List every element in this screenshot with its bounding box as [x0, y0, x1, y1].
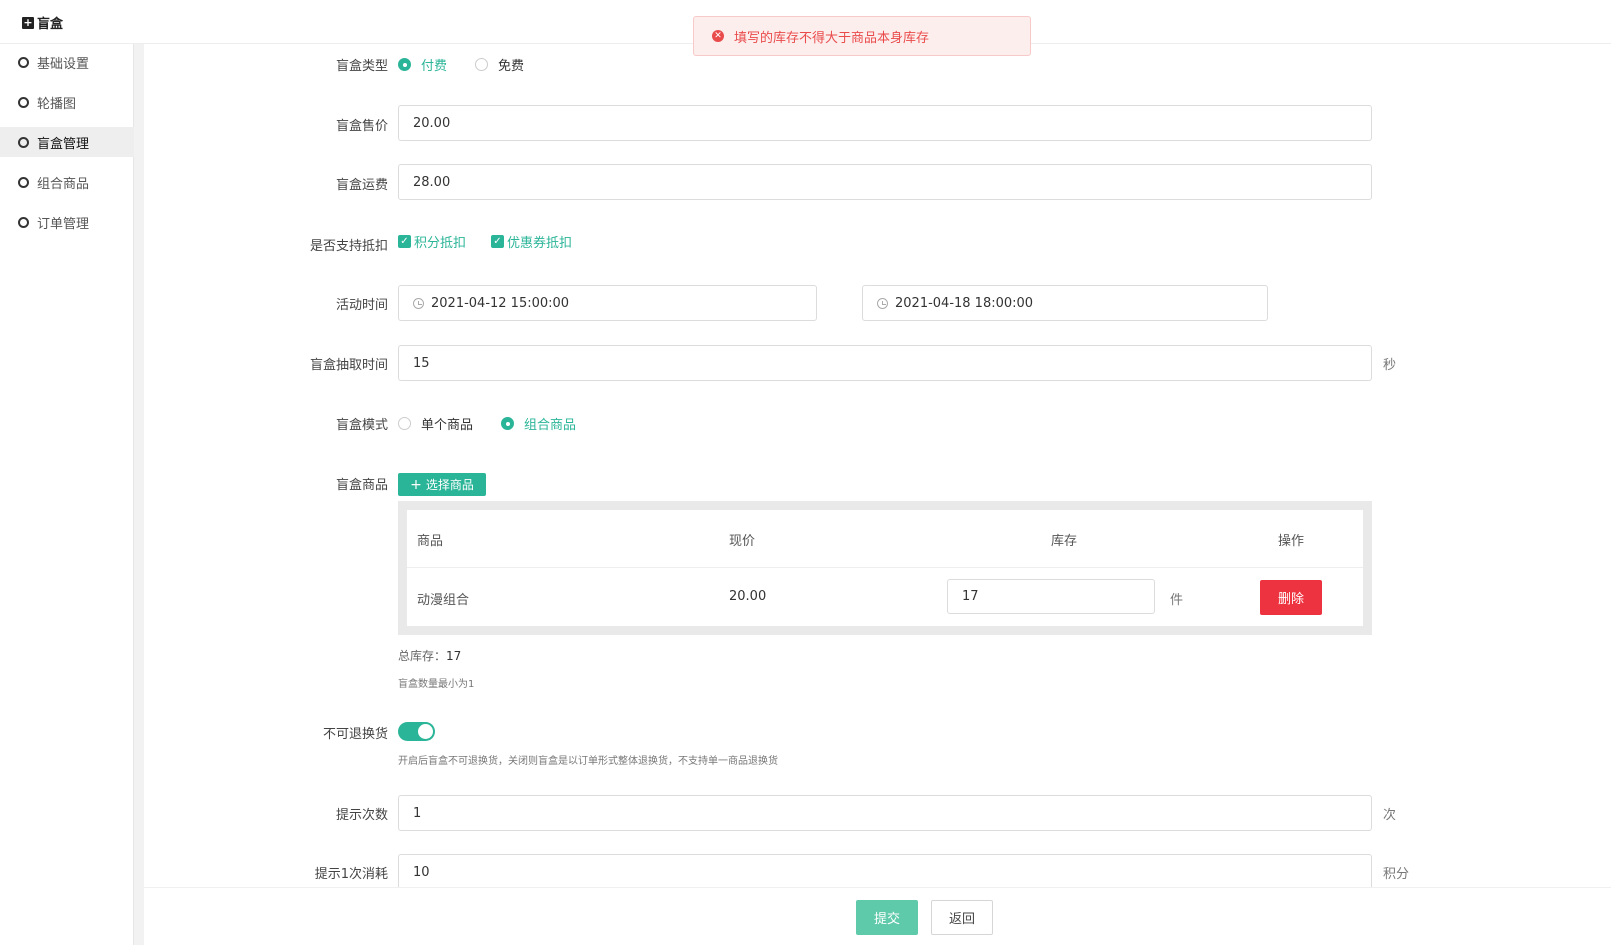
- circle-icon: [18, 136, 29, 148]
- circle-icon: [18, 96, 29, 108]
- select-goods-label: 选择商品: [425, 478, 474, 492]
- goods-label: 盲盒商品: [335, 478, 388, 493]
- column-header-goods: 商品: [417, 534, 444, 549]
- hint-count-label: 提示次数: [335, 808, 388, 823]
- price-input[interactable]: 20.00: [398, 105, 1372, 141]
- app-title[interactable]: + 盲盒: [22, 13, 63, 32]
- price-label: 盲盒售价: [335, 119, 388, 134]
- error-icon: ✕: [712, 30, 724, 42]
- stock-input[interactable]: 17: [947, 579, 1155, 614]
- radio-label: 免费: [498, 59, 525, 74]
- mode-radio-single[interactable]: 单个商品: [398, 414, 473, 433]
- hint-cost-label: 提示1次消耗: [314, 867, 388, 882]
- goods-table: 商品 现价 库存 操作 动漫组合 20.00 17 件 删除: [407, 510, 1363, 626]
- sidebar-item-carousel[interactable]: 轮播图: [0, 87, 134, 117]
- points-deduction-checkbox[interactable]: ✓ 积分抵扣: [398, 232, 466, 251]
- sidebar-item-label: 订单管理: [37, 216, 90, 232]
- hint-count-input[interactable]: 1: [398, 795, 1372, 831]
- type-label: 盲盒类型: [335, 59, 388, 74]
- no-return-label: 不可退换货: [322, 727, 388, 742]
- goods-price-cell: 20.00: [729, 589, 767, 604]
- sidebar-item-label: 盲盒管理: [37, 136, 90, 152]
- hint-count-unit: 次: [1383, 808, 1397, 823]
- coupon-deduction-checkbox[interactable]: ✓ 优惠券抵扣: [491, 232, 572, 251]
- end-time-input[interactable]: 2021-04-18 18:00:00: [862, 285, 1268, 321]
- start-time-value: 2021-04-12 15:00:00: [431, 295, 570, 311]
- activity-label: 活动时间: [335, 298, 388, 313]
- type-radio-free[interactable]: 免费: [475, 55, 524, 74]
- delete-button[interactable]: 删除: [1260, 580, 1322, 615]
- sidebar-item-basic-settings[interactable]: 基础设置: [0, 47, 134, 77]
- no-return-hint: 开启后盲盒不可退换货，关闭则盲盒是以订单形式整体退换货，不支持单一商品退换货: [398, 756, 778, 767]
- total-stock-value: 17: [446, 649, 462, 663]
- start-time-input[interactable]: 2021-04-12 15:00:00: [398, 285, 817, 321]
- radio-label: 单个商品: [421, 418, 474, 433]
- radio-label: 付费: [421, 59, 448, 74]
- error-alert: ✕ 填写的库存不得大于商品本身库存: [693, 16, 1031, 56]
- submit-button[interactable]: 提交: [856, 900, 918, 935]
- hint-cost-input[interactable]: 10: [398, 854, 1372, 890]
- clock-icon: [413, 297, 424, 309]
- radio-selected-icon: [501, 417, 514, 430]
- total-stock-label: 总库存：: [398, 649, 447, 663]
- shipping-input[interactable]: 28.00: [398, 164, 1372, 200]
- sidebar-gutter: [134, 44, 144, 945]
- checkbox-label: 积分抵扣: [414, 236, 467, 251]
- sidebar-item-label: 基础设置: [37, 56, 90, 72]
- goods-name-cell: 动漫组合: [417, 593, 470, 608]
- radio-unselected-icon: [475, 58, 488, 71]
- select-goods-button[interactable]: + 选择商品: [398, 473, 486, 496]
- shipping-label: 盲盒运费: [335, 178, 388, 193]
- mode-radio-combo[interactable]: 组合商品: [501, 414, 576, 433]
- sidebar: 基础设置 轮播图 盲盒管理 组合商品 订单管理: [0, 44, 134, 945]
- table-divider: [407, 567, 1363, 568]
- draw-time-unit: 秒: [1383, 358, 1397, 373]
- checkbox-checked-icon: ✓: [491, 235, 504, 248]
- app-title-text: 盲盒: [37, 17, 64, 32]
- circle-icon: [18, 216, 29, 228]
- mode-label: 盲盒模式: [335, 418, 388, 433]
- sidebar-item-label: 轮播图: [37, 96, 77, 112]
- radio-selected-icon: [398, 58, 411, 71]
- clock-icon: [877, 297, 888, 309]
- deduction-label: 是否支持抵扣: [309, 239, 388, 254]
- plus-icon: +: [410, 476, 422, 493]
- draw-time-input[interactable]: 15: [398, 345, 1372, 381]
- total-stock: 总库存：17: [398, 647, 461, 664]
- radio-label: 组合商品: [524, 418, 577, 433]
- circle-icon: [18, 56, 29, 68]
- sidebar-item-label: 组合商品: [37, 176, 90, 192]
- type-radio-paid[interactable]: 付费: [398, 55, 447, 74]
- goods-hint: 盲盒数量最小为1: [398, 679, 475, 690]
- sidebar-item-order-management[interactable]: 订单管理: [0, 207, 134, 237]
- end-time-value: 2021-04-18 18:00:00: [895, 295, 1034, 311]
- sidebar-item-combo-goods[interactable]: 组合商品: [0, 167, 134, 197]
- no-return-toggle[interactable]: [398, 722, 435, 741]
- plus-square-icon: +: [22, 15, 34, 29]
- column-header-price: 现价: [729, 534, 756, 549]
- stock-unit: 件: [1170, 593, 1184, 608]
- sidebar-item-blindbox-management[interactable]: 盲盒管理: [0, 127, 134, 157]
- checkbox-label: 优惠券抵扣: [507, 236, 573, 251]
- column-header-action: 操作: [1278, 534, 1305, 549]
- circle-icon: [18, 176, 29, 188]
- toggle-knob: [418, 724, 433, 739]
- alert-message: 填写的库存不得大于商品本身库存: [734, 30, 930, 46]
- column-header-stock: 库存: [1051, 534, 1078, 549]
- goods-table-wrapper: 商品 现价 库存 操作 动漫组合 20.00 17 件 删除: [398, 501, 1372, 635]
- hint-cost-unit: 积分: [1383, 867, 1410, 882]
- radio-unselected-icon: [398, 417, 411, 430]
- back-button[interactable]: 返回: [931, 900, 993, 935]
- checkbox-checked-icon: ✓: [398, 235, 411, 248]
- draw-time-label: 盲盒抽取时间: [309, 358, 388, 373]
